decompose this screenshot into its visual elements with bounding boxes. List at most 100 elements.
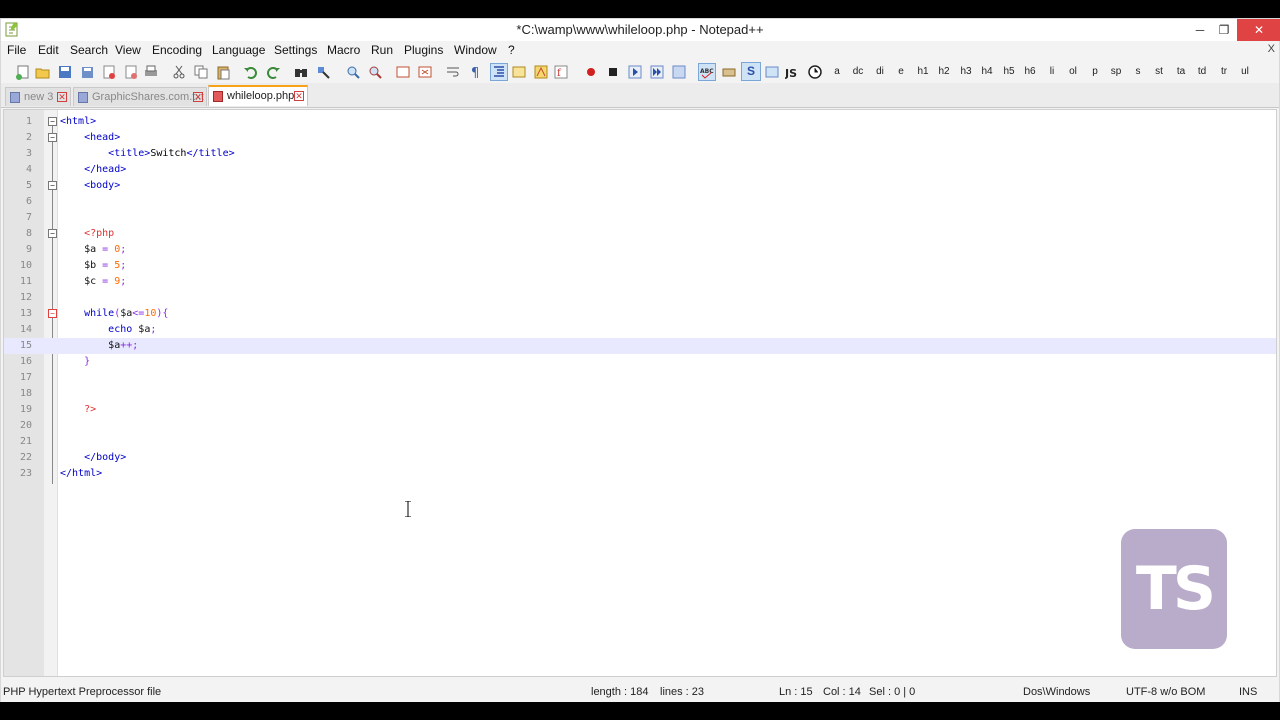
spell-check-icon[interactable]: ABC <box>698 63 716 81</box>
open-file-icon[interactable] <box>35 64 51 80</box>
menu-search[interactable]: Search <box>70 43 108 57</box>
tag-e-button[interactable]: e <box>892 63 910 80</box>
save-macro-icon[interactable] <box>671 64 687 80</box>
run-macro-multiple-icon[interactable] <box>649 64 665 80</box>
close-file-icon[interactable] <box>101 64 117 80</box>
tab-graphicshares[interactable]: GraphicShares.com.txt ✕ <box>73 87 207 106</box>
menu-run[interactable]: Run <box>371 43 393 57</box>
save-icon[interactable] <box>57 64 73 80</box>
show-all-chars-icon[interactable]: ¶ <box>467 64 483 80</box>
tab-close-icon[interactable]: ✕ <box>57 92 67 102</box>
code-line[interactable]: 7 <box>4 210 1276 226</box>
tag-li-button[interactable]: li <box>1043 63 1061 80</box>
tag-ta-button[interactable]: ta <box>1172 63 1190 80</box>
menu-plugins[interactable]: Plugins <box>404 43 443 57</box>
indent-guide-icon[interactable] <box>490 63 508 81</box>
tag-di-button[interactable]: di <box>871 63 889 80</box>
bold-s-icon[interactable]: S <box>741 62 761 81</box>
record-macro-icon[interactable] <box>583 64 599 80</box>
close-button[interactable]: ✕ <box>1237 19 1280 41</box>
restore-button[interactable]: ❐ <box>1209 19 1239 41</box>
tag-tr-button[interactable]: tr <box>1215 63 1233 80</box>
code-editor[interactable]: 1− <html> 2− <head> 3 <title>Switch</title>… <box>3 109 1277 677</box>
doc-map-icon[interactable] <box>533 64 549 80</box>
tag-h2-button[interactable]: h2 <box>935 63 953 80</box>
tag-st-button[interactable]: st <box>1150 63 1168 80</box>
find-icon[interactable] <box>293 64 309 80</box>
tag-sp-button[interactable]: sp <box>1107 63 1125 80</box>
code-line[interactable]: 20 <box>4 418 1276 434</box>
fold-marker-icon[interactable]: − <box>48 133 57 142</box>
code-line[interactable]: 9 $a = 0; <box>4 242 1276 258</box>
copy-icon[interactable] <box>193 64 209 80</box>
tag-a-button[interactable]: a <box>828 63 846 80</box>
sync-vertical-icon[interactable] <box>395 64 411 80</box>
code-line[interactable]: 17 <box>4 370 1276 386</box>
tag-ul-button[interactable]: ul <box>1236 63 1254 80</box>
sync-horizontal-icon[interactable] <box>417 64 433 80</box>
code-line[interactable]: 16 } <box>4 354 1276 370</box>
menu-macro[interactable]: Macro <box>327 43 360 57</box>
menu-language[interactable]: Language <box>212 43 265 57</box>
code-line[interactable]: 6 <box>4 194 1276 210</box>
undo-icon[interactable] <box>243 64 259 80</box>
tag-s-button[interactable]: s <box>1129 63 1147 80</box>
tab-close-icon[interactable]: ✕ <box>193 92 203 102</box>
tag-h1-button[interactable]: h1 <box>914 63 932 80</box>
tag-dc-button[interactable]: dc <box>849 63 867 80</box>
print-icon[interactable] <box>143 64 159 80</box>
code-line[interactable]: 14 echo $a; <box>4 322 1276 338</box>
tag-p-button[interactable]: p <box>1086 63 1104 80</box>
code-line[interactable]: 12 <box>4 290 1276 306</box>
code-line[interactable]: 22 </body> <box>4 450 1276 466</box>
code-line[interactable]: 3 <title>Switch</title> <box>4 146 1276 162</box>
spell-options-icon[interactable] <box>721 64 737 80</box>
function-list-icon[interactable]: f <box>553 64 569 80</box>
code-line[interactable]: 19 ?> <box>4 402 1276 418</box>
code-line[interactable]: 18 <box>4 386 1276 402</box>
tag-h4-button[interactable]: h4 <box>978 63 996 80</box>
menu-window[interactable]: Window <box>454 43 497 57</box>
code-line[interactable]: 2 − <head> <box>4 130 1276 146</box>
paste-icon[interactable] <box>215 64 231 80</box>
tag-h3-button[interactable]: h3 <box>957 63 975 80</box>
menu-settings[interactable]: Settings <box>274 43 317 57</box>
menu-help[interactable]: ? <box>508 43 515 57</box>
menu-view[interactable]: View <box>115 43 141 57</box>
code-line[interactable]: 11 $c = 9; <box>4 274 1276 290</box>
code-line[interactable]: 15 $a++; <box>4 338 1276 354</box>
code-line[interactable]: 1 − <html> <box>4 114 1276 130</box>
code-line[interactable]: 23 </html> <box>4 466 1276 482</box>
jsmin-icon[interactable]: JS <box>785 64 801 80</box>
tag-td-button[interactable]: td <box>1193 63 1211 80</box>
new-file-icon[interactable] <box>15 64 31 80</box>
save-all-icon[interactable] <box>79 64 95 80</box>
tag-h6-button[interactable]: h6 <box>1021 63 1039 80</box>
close-all-icon[interactable] <box>123 64 139 80</box>
fold-marker-icon[interactable]: − <box>48 181 57 190</box>
close-document-icon[interactable]: X <box>1268 43 1275 55</box>
code-line[interactable]: 5 − <body> <box>4 178 1276 194</box>
tab-close-icon[interactable]: ✕ <box>294 91 304 101</box>
menu-edit[interactable]: Edit <box>38 43 59 57</box>
user-language-icon[interactable] <box>511 64 527 80</box>
redo-icon[interactable] <box>265 64 281 80</box>
fold-marker-icon[interactable]: − <box>48 309 57 318</box>
code-line[interactable]: 4 </head> <box>4 162 1276 178</box>
code-line[interactable]: 21 <box>4 434 1276 450</box>
word-wrap-icon[interactable] <box>445 64 461 80</box>
cut-icon[interactable] <box>171 64 187 80</box>
code-line[interactable]: 13 − while($a<=10){ <box>4 306 1276 322</box>
play-macro-icon[interactable] <box>627 64 643 80</box>
zoom-out-icon[interactable] <box>367 64 383 80</box>
fold-marker-icon[interactable]: − <box>48 229 57 238</box>
stop-macro-icon[interactable] <box>605 64 621 80</box>
clock-icon[interactable] <box>807 64 823 80</box>
xml-tools-icon[interactable] <box>764 64 780 80</box>
code-line[interactable]: 10 $b = 5; <box>4 258 1276 274</box>
fold-marker-icon[interactable]: − <box>48 117 57 126</box>
replace-icon[interactable] <box>315 64 331 80</box>
tag-h5-button[interactable]: h5 <box>1000 63 1018 80</box>
tag-ol-button[interactable]: ol <box>1064 63 1082 80</box>
code-line[interactable]: 8 − <?php <box>4 226 1276 242</box>
